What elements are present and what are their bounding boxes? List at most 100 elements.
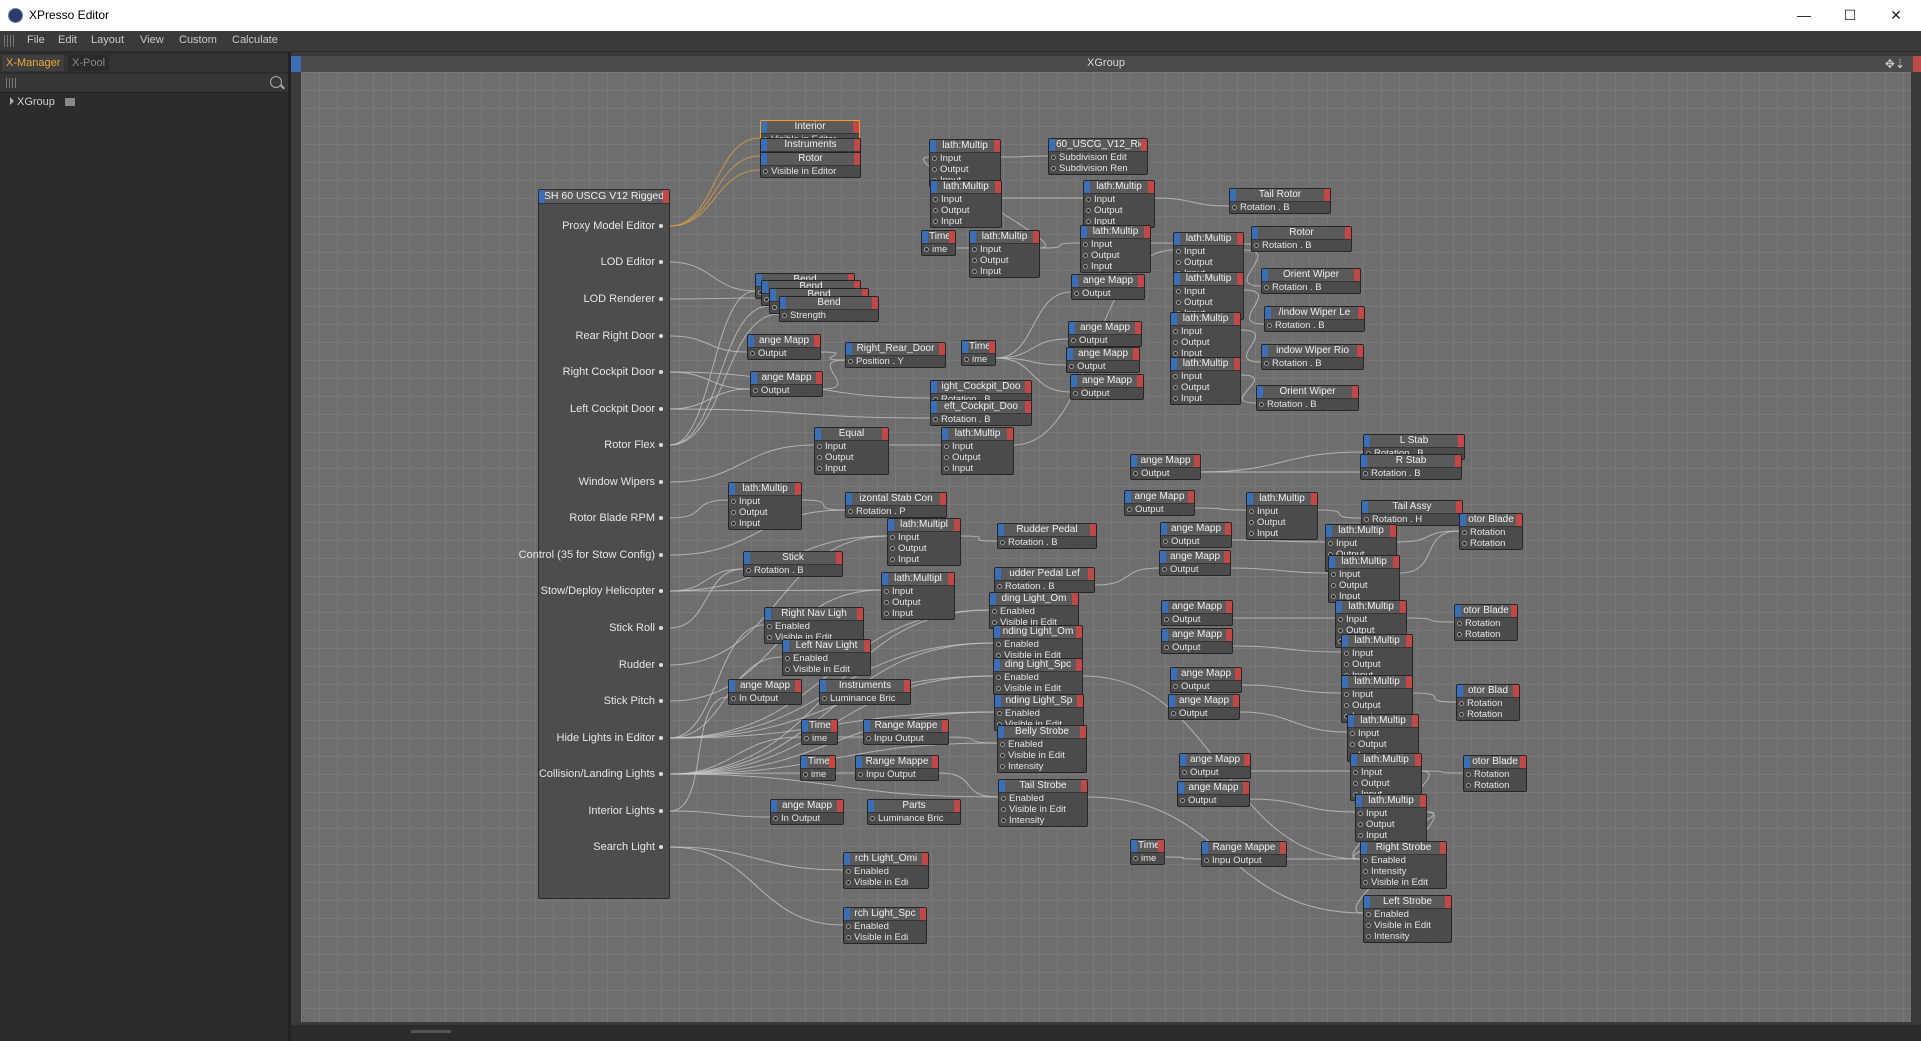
node-port[interactable]: Position . Y bbox=[846, 356, 945, 367]
node-port[interactable]: Enabled bbox=[990, 606, 1078, 617]
xpresso-node[interactable]: ange Mapp Output bbox=[1130, 454, 1201, 480]
node-port[interactable]: Output bbox=[931, 205, 1001, 216]
node-port[interactable]: Visible in Edit bbox=[994, 683, 1082, 694]
node-port[interactable]: Input bbox=[729, 496, 801, 507]
xpresso-node[interactable]: lath:Multipl Input Output Input bbox=[881, 572, 955, 620]
node-port[interactable]: Inpu Output bbox=[856, 769, 938, 780]
xpresso-node[interactable]: lath:MultipInputOutputInput bbox=[1246, 492, 1318, 540]
node-port[interactable]: Visible in Edit bbox=[999, 804, 1087, 815]
node-port[interactable]: Intensity bbox=[999, 815, 1087, 826]
main-node-port[interactable]: LOD Renderer bbox=[583, 293, 663, 305]
xpresso-node[interactable]: Tail Assy Rotation . H bbox=[1361, 500, 1463, 526]
node-port[interactable]: Output bbox=[1174, 297, 1243, 308]
xpresso-node[interactable]: /indow Wiper Le Rotation . B bbox=[1264, 306, 1365, 332]
main-node-port[interactable]: Window Wipers bbox=[579, 476, 663, 488]
xpresso-node[interactable]: lath:MultipInputOutputInput bbox=[1083, 180, 1155, 228]
node-port[interactable]: Output bbox=[942, 452, 1013, 463]
xpresso-node[interactable]: indow Wiper Rio Rotation . B bbox=[1261, 344, 1364, 370]
node-port[interactable]: Luminance Bric bbox=[868, 813, 960, 824]
tree-item-xgroup[interactable]: XGroup bbox=[17, 96, 55, 108]
xpresso-node[interactable]: Time ime bbox=[921, 230, 956, 256]
node-port[interactable]: Input bbox=[729, 518, 801, 529]
main-node-port[interactable]: Rear Right Door bbox=[576, 330, 663, 342]
xpresso-node[interactable]: eft_Cockpit_Doo Rotation . B bbox=[930, 400, 1032, 426]
node-port[interactable]: Output bbox=[970, 255, 1039, 266]
node-port[interactable]: Output bbox=[1171, 681, 1241, 692]
node-port[interactable]: Enabled bbox=[765, 621, 863, 632]
node-port[interactable]: Input bbox=[942, 441, 1013, 452]
xpresso-node[interactable]: Rotor Visible in Editor bbox=[760, 152, 861, 178]
search-icon[interactable] bbox=[270, 76, 282, 88]
node-port[interactable]: Intensity bbox=[998, 761, 1086, 772]
node-port[interactable]: Input bbox=[1329, 569, 1399, 580]
node-port[interactable]: Output bbox=[1348, 739, 1418, 750]
node-port[interactable]: Output bbox=[1171, 382, 1240, 393]
main-node-port[interactable]: Stick Roll bbox=[609, 622, 663, 634]
node-port[interactable]: Subdivision Ren bbox=[1049, 163, 1147, 174]
close-button[interactable]: ✕ bbox=[1873, 0, 1919, 31]
node-port[interactable]: Output bbox=[751, 385, 822, 396]
node-port[interactable]: Input bbox=[1247, 528, 1317, 539]
xpresso-node[interactable]: Left Strobe Enabled Visible in Edit Intensi… bbox=[1363, 895, 1452, 943]
xpresso-node[interactable]: ange Mapp Output bbox=[750, 371, 823, 397]
node-port[interactable]: Input bbox=[888, 554, 960, 565]
xpresso-node[interactable]: ange Mapp Output bbox=[1160, 522, 1232, 548]
node-port[interactable]: Rotation . B bbox=[1262, 358, 1363, 369]
node-port[interactable]: Output bbox=[748, 348, 820, 359]
node-port[interactable]: Rotation . B bbox=[1252, 240, 1351, 251]
minimize-button[interactable]: — bbox=[1781, 0, 1827, 31]
node-port[interactable]: Visible in Edi bbox=[844, 932, 926, 943]
node-port[interactable]: Output bbox=[1161, 536, 1231, 547]
xpresso-node[interactable]: lath:MultipInputOutputInput bbox=[728, 482, 802, 530]
xpresso-node[interactable]: nding Light_Om Enabled Visible in Edit bbox=[993, 625, 1083, 662]
node-port[interactable]: Visible in Edit bbox=[998, 750, 1086, 761]
node-port[interactable]: Rotation bbox=[1457, 698, 1519, 709]
xpresso-node[interactable]: lath:MultipInputOutputInput bbox=[1080, 225, 1151, 273]
xpresso-node[interactable]: ange Mapp Output bbox=[1168, 694, 1240, 720]
menu-layout[interactable]: Layout bbox=[91, 34, 124, 46]
xpresso-node[interactable]: Orient Wiper Rotation . B bbox=[1256, 385, 1359, 411]
xpresso-node[interactable]: rch Light_Spc Enabled Visible in Edi bbox=[843, 907, 927, 944]
node-port[interactable]: Rotation bbox=[1457, 709, 1519, 720]
node-port[interactable]: Enabled bbox=[994, 672, 1082, 683]
xpresso-node[interactable]: Right Strobe Enabled Intensity Visible in E… bbox=[1360, 841, 1447, 889]
node-port[interactable]: Rotation . B bbox=[1361, 468, 1461, 479]
xpresso-node[interactable]: Rudder Pedal Rotation . B bbox=[997, 523, 1097, 549]
node-port[interactable]: Output bbox=[1081, 250, 1150, 261]
node-port[interactable]: Input bbox=[970, 266, 1039, 277]
node-port[interactable]: Output bbox=[1171, 337, 1240, 348]
node-port[interactable]: Input bbox=[1081, 239, 1150, 250]
grip-icon[interactable] bbox=[6, 78, 16, 88]
node-port[interactable]: ime bbox=[922, 244, 955, 255]
node-port[interactable]: ime bbox=[801, 769, 835, 780]
xpresso-node[interactable]: Rotor Rotation . B bbox=[1251, 226, 1352, 252]
node-port[interactable]: Rotation . B bbox=[995, 581, 1094, 592]
node-port[interactable]: Visible in Edi bbox=[844, 877, 928, 888]
xpresso-node[interactable]: ange Mapp Output bbox=[1071, 274, 1145, 300]
main-object-node[interactable]: SH 60 USCG V12 Rigged Proxy Model Editor… bbox=[519, 189, 670, 899]
xpresso-node[interactable]: lath:MultipInputOutputInput bbox=[1355, 794, 1427, 842]
menu-edit[interactable]: Edit bbox=[58, 34, 77, 46]
main-node-port[interactable]: Rudder bbox=[619, 659, 663, 671]
xpresso-node[interactable]: Orient Wiper Rotation . B bbox=[1261, 268, 1361, 294]
main-node-port[interactable]: Rotor Blade RPM bbox=[569, 512, 663, 524]
xpresso-node[interactable]: Time ime bbox=[1130, 839, 1165, 865]
xpresso-node[interactable]: Tail Rotor Rotation . B bbox=[1229, 188, 1331, 214]
node-port[interactable]: Rotation . B bbox=[744, 565, 842, 576]
menu-calculate[interactable]: Calculate bbox=[232, 34, 278, 46]
node-port[interactable]: Output bbox=[1169, 708, 1239, 719]
menu-custom[interactable]: Custom bbox=[179, 34, 217, 46]
xpresso-node[interactable]: ange Mapp Output bbox=[1170, 667, 1242, 693]
xpresso-node[interactable]: Time ime bbox=[961, 340, 996, 366]
node-port[interactable]: ime bbox=[962, 354, 995, 365]
node-canvas[interactable]: SH 60 USCG V12 Rigged Proxy Model Editor… bbox=[301, 72, 1911, 1022]
node-port[interactable]: Rotation bbox=[1455, 629, 1517, 640]
main-node-port[interactable]: LOD Editor bbox=[601, 256, 663, 268]
node-port[interactable]: Output bbox=[1162, 642, 1232, 653]
node-port[interactable]: Output bbox=[930, 164, 1000, 175]
node-port[interactable]: Visible in Edit bbox=[1364, 920, 1451, 931]
xpresso-node[interactable]: ange Mapp Output bbox=[1159, 550, 1231, 576]
node-port[interactable]: Rotation . B bbox=[1265, 320, 1364, 331]
node-port[interactable]: Luminance Bric bbox=[820, 693, 910, 704]
node-port[interactable]: Strength bbox=[780, 310, 878, 321]
